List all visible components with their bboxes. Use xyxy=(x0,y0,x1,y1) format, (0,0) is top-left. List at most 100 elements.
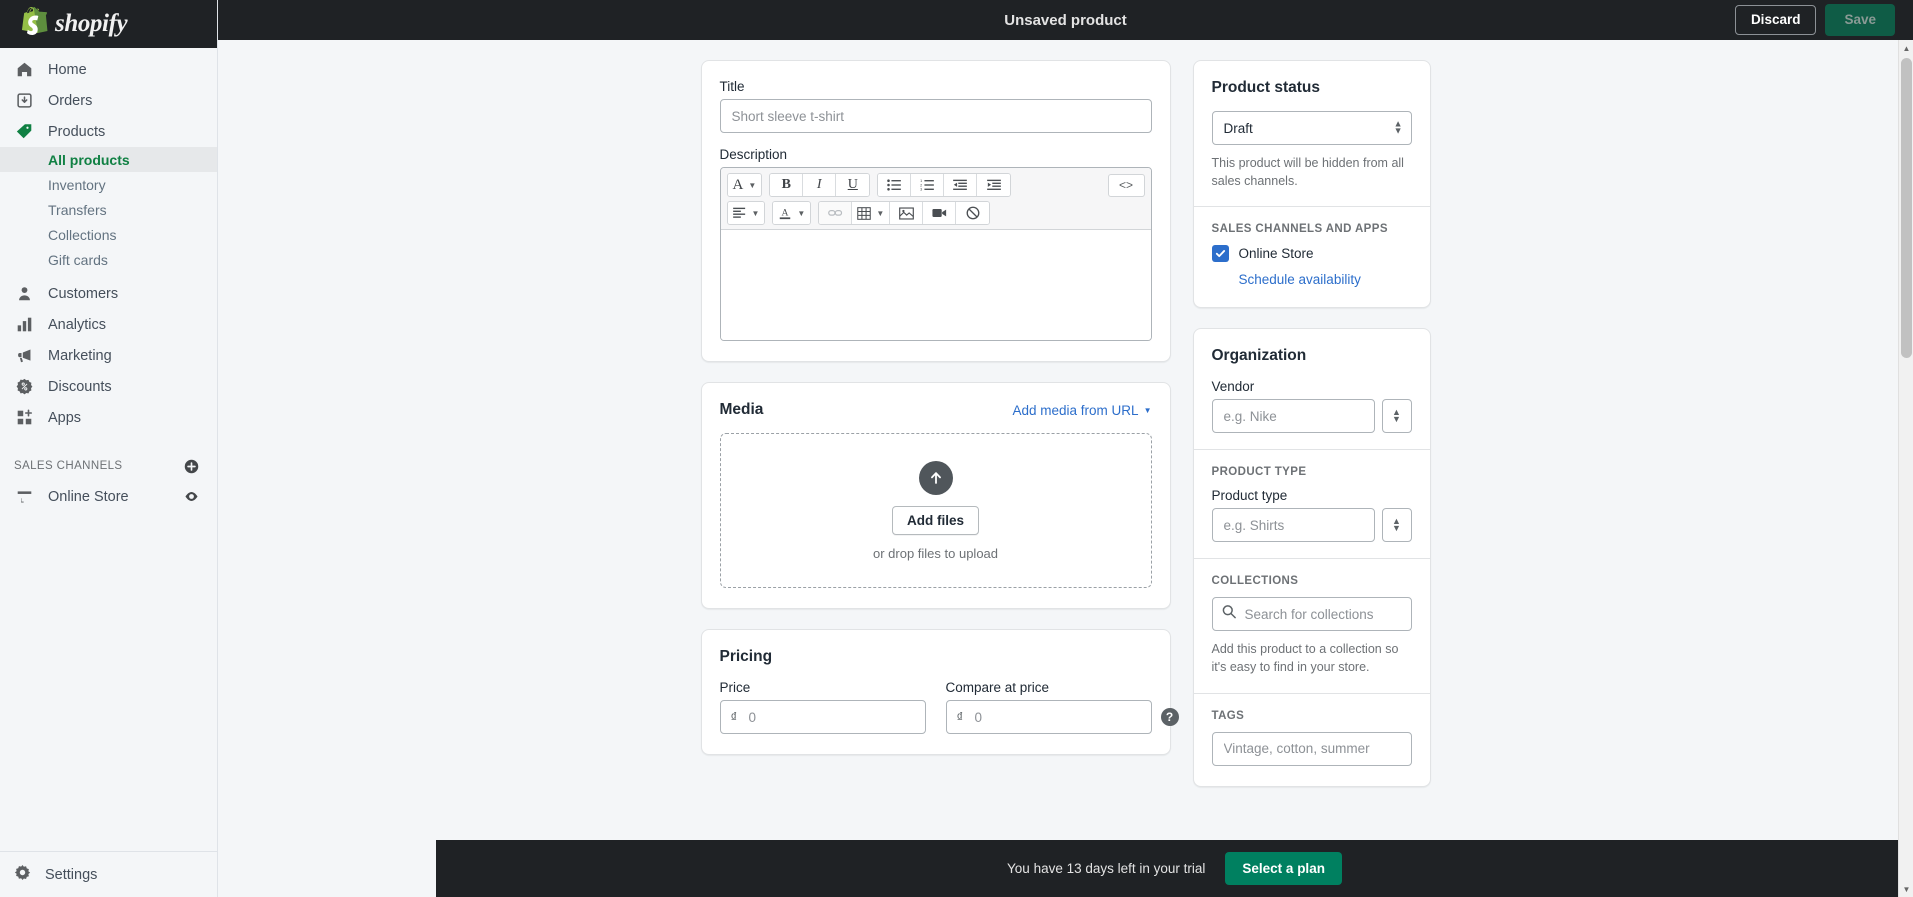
numbered-list-button[interactable]: 123 xyxy=(911,174,945,196)
collections-search-input[interactable] xyxy=(1211,597,1412,632)
insert-table-dropdown[interactable]: ▼ xyxy=(852,202,891,224)
select-chevrons-icon: ▲ ▼ xyxy=(1393,118,1403,136)
top-bar: Unsaved product Discard Save xyxy=(218,0,1913,40)
tags-heading: TAGS xyxy=(1211,709,1245,722)
product-status-select[interactable]: Draft xyxy=(1211,111,1412,145)
trial-banner: You have 13 days left in your trial Sele… xyxy=(436,840,1913,897)
add-files-button[interactable]: Add files xyxy=(891,505,979,535)
sidebar-item-apps[interactable]: Apps xyxy=(0,402,217,433)
divider xyxy=(1193,449,1430,451)
compare-at-price-label: Compare at price xyxy=(945,680,1050,695)
price-label: Price xyxy=(719,680,751,695)
plus-circle-icon[interactable] xyxy=(184,459,199,474)
vendor-dropdown-toggle[interactable]: ▲ ▼ xyxy=(1381,399,1412,434)
sidebar-item-settings[interactable]: Settings xyxy=(0,851,217,897)
shopify-bag-logo-icon xyxy=(22,6,48,41)
collections-heading: COLLECTIONS xyxy=(1211,575,1299,588)
sidebar-item-label: Discounts xyxy=(48,378,112,395)
scroll-down-arrow-icon[interactable]: ▼ xyxy=(1899,881,1913,897)
vendor-input[interactable] xyxy=(1211,399,1375,434)
sidebar-item-products[interactable]: Products xyxy=(0,116,217,147)
online-store-channel-row: Online Store xyxy=(1211,245,1412,263)
sidebar-item-all-products[interactable]: All products xyxy=(0,147,217,172)
inline-format-group: B I U xyxy=(769,173,871,197)
description-editor: A ▼ B I U 1 2 3 <> ▼ A ▼ ▼ xyxy=(719,167,1152,341)
sidebar-item-label: Products xyxy=(48,123,106,140)
add-media-from-url-button[interactable]: Add media from URL ▼ xyxy=(1013,403,1152,418)
media-dropzone[interactable]: Add files or drop files to upload xyxy=(719,433,1152,588)
shopify-logo[interactable]: shopify xyxy=(22,6,128,41)
sub-item-label: Inventory xyxy=(48,176,106,193)
font-style-dropdown[interactable]: A ▼ xyxy=(727,174,762,196)
collections-note: Add this product to a collection so it's… xyxy=(1211,642,1399,675)
compare-at-price-input[interactable] xyxy=(945,700,1152,734)
online-store-checkbox[interactable] xyxy=(1211,245,1229,263)
italic-button[interactable]: I xyxy=(803,174,837,196)
sidebar-item-gift-cards[interactable]: Gift cards xyxy=(0,247,217,272)
page-scrollbar[interactable]: ▲ ▼ xyxy=(1898,40,1913,897)
scrollbar-thumb[interactable] xyxy=(1901,58,1912,358)
outdent-button[interactable] xyxy=(944,174,978,196)
product-status-note: This product will be hidden from all sal… xyxy=(1211,156,1404,189)
divider xyxy=(1193,206,1430,208)
select-a-plan-button[interactable]: Select a plan xyxy=(1225,852,1342,885)
analytics-bars-icon xyxy=(14,315,34,335)
underline-button[interactable]: U xyxy=(836,174,870,196)
online-store-label: Online Store xyxy=(1238,246,1314,262)
price-input[interactable] xyxy=(719,700,926,734)
title-input[interactable] xyxy=(719,99,1152,133)
sidebar-item-transfers[interactable]: Transfers xyxy=(0,197,217,222)
help-question-icon[interactable]: ? xyxy=(1160,708,1179,726)
apps-grid-plus-icon xyxy=(14,408,34,428)
tags-input[interactable] xyxy=(1211,731,1412,766)
sidebar-item-label: Marketing xyxy=(48,347,112,364)
product-type-input[interactable] xyxy=(1211,508,1375,543)
chevron-down-icon: ▼ xyxy=(1143,405,1152,415)
compare-at-price-field-group: Compare at price ₫ ? xyxy=(945,680,1179,734)
collections-search-wrap xyxy=(1211,597,1412,632)
clear-formatting-button[interactable] xyxy=(956,202,990,224)
save-button[interactable]: Save xyxy=(1825,3,1895,37)
left-column: Title Description A▼ xyxy=(700,60,1179,807)
upload-arrow-icon xyxy=(918,460,953,495)
code-view-button[interactable]: <> xyxy=(1107,173,1145,197)
description-label: Description xyxy=(719,147,788,162)
sidebar-item-online-store[interactable]: Online Store xyxy=(0,481,217,512)
insert-image-button[interactable] xyxy=(890,202,924,224)
search-icon xyxy=(1222,605,1236,624)
scroll-up-arrow-icon[interactable]: ▲ xyxy=(1899,40,1913,56)
organization-title: Organization xyxy=(1211,347,1307,365)
bulleted-list-button[interactable] xyxy=(878,174,912,196)
text-color-dropdown[interactable]: A ▼ xyxy=(773,202,811,224)
indent-button[interactable] xyxy=(977,174,1011,196)
sales-channels-apps-heading: SALES CHANNELS AND APPS xyxy=(1211,223,1388,236)
sub-item-label: Gift cards xyxy=(48,251,108,268)
home-icon xyxy=(14,60,34,80)
sidebar-item-discounts[interactable]: Discounts xyxy=(0,371,217,402)
discard-button[interactable]: Discard xyxy=(1734,4,1817,36)
product-status-title: Product status xyxy=(1211,79,1321,96)
sidebar-item-home[interactable]: Home xyxy=(0,54,217,85)
storefront-icon xyxy=(14,487,34,507)
insert-link-button[interactable] xyxy=(819,202,853,224)
sidebar-item-orders[interactable]: Orders xyxy=(0,85,217,116)
schedule-availability-link[interactable]: Schedule availability xyxy=(1239,272,1412,287)
insert-video-button[interactable] xyxy=(923,202,957,224)
select-chevrons-icon: ▲ ▼ xyxy=(1392,406,1401,425)
list-indent-group: 123 xyxy=(877,173,1012,197)
product-type-dropdown-toggle[interactable]: ▲ ▼ xyxy=(1381,508,1412,543)
sidebar-item-marketing[interactable]: Marketing xyxy=(0,340,217,371)
trial-banner-text: You have 13 days left in your trial xyxy=(1007,861,1206,876)
sidebar-item-label: Orders xyxy=(48,92,93,109)
sidebar-item-analytics[interactable]: Analytics xyxy=(0,309,217,340)
sidebar-item-label: Home xyxy=(48,61,87,78)
sidebar-item-collections[interactable]: Collections xyxy=(0,222,217,247)
product-status-value: Draft xyxy=(1223,120,1253,136)
sidebar-item-inventory[interactable]: Inventory xyxy=(0,172,217,197)
product-status-select-wrap: Draft ▲ ▼ xyxy=(1211,111,1412,145)
sidebar-item-customers[interactable]: Customers xyxy=(0,278,217,309)
align-dropdown[interactable]: ▼ xyxy=(727,202,765,224)
eye-icon[interactable] xyxy=(184,489,199,504)
bold-button[interactable]: B xyxy=(770,174,804,196)
description-textarea[interactable] xyxy=(720,230,1151,340)
